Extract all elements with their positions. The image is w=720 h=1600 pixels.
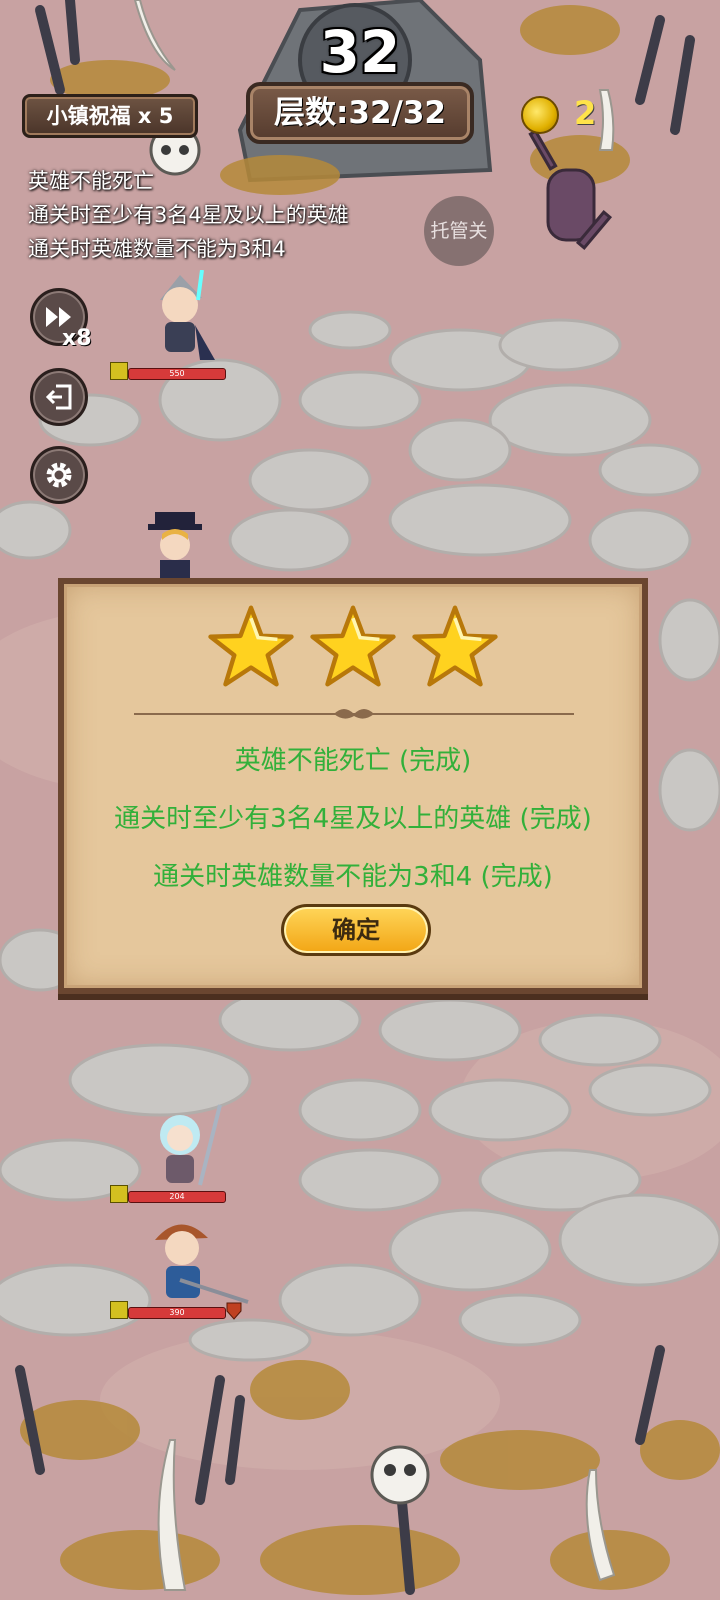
settings-button[interactable] bbox=[30, 446, 88, 504]
gear-icon bbox=[46, 462, 72, 488]
hero-hp-bar: 204 bbox=[128, 1191, 226, 1203]
result-line: 通关时英雄数量不能为3和4 (完成) bbox=[153, 862, 553, 892]
exit-icon bbox=[45, 384, 72, 410]
star-icon bbox=[208, 605, 294, 687]
coin-count: 2 bbox=[574, 94, 597, 132]
hero-lancer-girl[interactable] bbox=[140, 1100, 230, 1192]
shield-buff-icon bbox=[226, 1302, 242, 1320]
speed-multiplier: x8 bbox=[62, 326, 92, 351]
result-line: 通关时至少有3名4星及以上的英雄 (完成) bbox=[114, 804, 592, 834]
floor-counter: 层数:32/32 bbox=[246, 82, 474, 144]
hero-level-icon bbox=[110, 1185, 128, 1203]
objective-item: 英雄不能死亡 bbox=[28, 169, 154, 193]
coin-icon bbox=[521, 96, 559, 134]
star-rating bbox=[64, 604, 642, 688]
hero-magician[interactable] bbox=[140, 510, 210, 578]
stage-clear-dialog: 英雄不能死亡 (完成) 通关时至少有3名4星及以上的英雄 (完成) 通关时英雄数… bbox=[58, 578, 648, 994]
exit-button[interactable] bbox=[30, 368, 88, 426]
objective-item: 通关时英雄数量不能为3和4 bbox=[28, 237, 286, 261]
objective-item: 通关时至少有3名4星及以上的英雄 bbox=[28, 203, 349, 227]
auto-battle-button[interactable]: 托管关 bbox=[424, 196, 494, 266]
star-icon bbox=[310, 605, 396, 687]
ornament-divider bbox=[134, 709, 574, 719]
result-line: 英雄不能死亡 (完成) bbox=[234, 746, 472, 776]
wave-timer: 32 bbox=[319, 18, 401, 86]
hero-level-icon bbox=[110, 362, 128, 380]
hero-hp-bar: 550 bbox=[128, 368, 226, 380]
hero-level-icon bbox=[110, 1301, 128, 1319]
town-blessing-badge[interactable]: 小镇祝福 x 5 bbox=[22, 94, 198, 138]
hero-hp-bar: 390 bbox=[128, 1307, 226, 1319]
hero-knight[interactable] bbox=[140, 1210, 250, 1310]
star-icon bbox=[412, 605, 498, 687]
objective-list: 英雄不能死亡 通关时至少有3名4星及以上的英雄 通关时英雄数量不能为3和4 bbox=[28, 164, 349, 266]
confirm-button[interactable]: 确定 bbox=[281, 904, 431, 956]
hero-swordsman[interactable] bbox=[140, 270, 220, 365]
